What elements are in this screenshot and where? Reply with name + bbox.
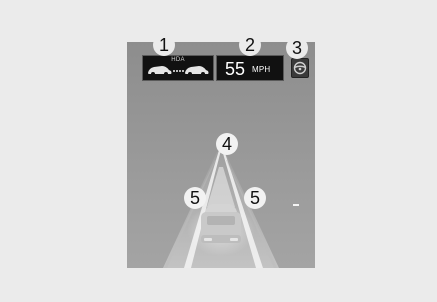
set-speed-display: 55 MPH: [216, 55, 284, 81]
side-marker: [293, 204, 299, 206]
callout-1: 1: [153, 34, 175, 56]
callout-3: 3: [286, 37, 308, 59]
callout-5-left: 5: [184, 187, 206, 209]
car-rear-icon: [201, 204, 241, 243]
callout-5-right: 5: [244, 187, 266, 209]
callout-2: 2: [239, 34, 261, 56]
steering-wheel-icon: [293, 61, 307, 75]
hda-indicator: HDA: [142, 55, 214, 81]
steering-indicator: [291, 58, 309, 78]
diagram-canvas: HDA 55 MPH 1 2 3 4 5 5: [0, 0, 437, 302]
cluster-display: HDA 55 MPH: [127, 42, 315, 268]
speed-unit: MPH: [252, 65, 271, 74]
speed-value: 55: [225, 59, 246, 79]
car-pair-icon: [148, 66, 209, 76]
callout-4: 4: [216, 133, 238, 155]
